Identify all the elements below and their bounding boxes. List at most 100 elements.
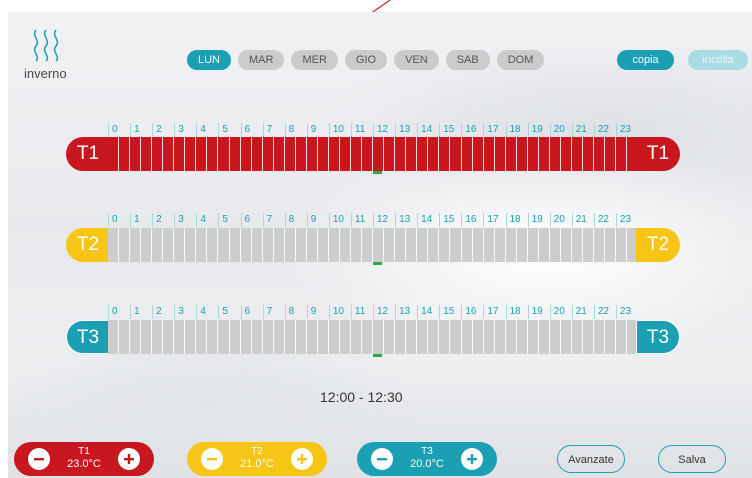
time-slot[interactable] <box>362 228 374 262</box>
time-slot[interactable] <box>560 320 572 354</box>
time-slot[interactable] <box>373 228 385 262</box>
time-slot[interactable] <box>152 137 164 171</box>
time-slot[interactable] <box>373 137 385 171</box>
time-slot[interactable] <box>185 137 197 171</box>
time-slot[interactable] <box>185 228 197 262</box>
time-slot[interactable] <box>108 137 120 171</box>
time-slot[interactable] <box>328 228 340 262</box>
day-button-dom[interactable]: DOM <box>496 50 545 70</box>
time-slot[interactable] <box>141 137 153 171</box>
time-slot[interactable] <box>439 228 451 262</box>
time-slot[interactable] <box>351 320 363 354</box>
time-slot[interactable] <box>494 320 506 354</box>
time-slot[interactable] <box>527 137 539 171</box>
time-slot[interactable] <box>516 137 528 171</box>
time-slot[interactable] <box>472 228 484 262</box>
time-slot[interactable] <box>616 228 628 262</box>
time-slot[interactable] <box>395 320 407 354</box>
time-slot[interactable] <box>428 320 440 354</box>
time-slot[interactable] <box>251 320 263 354</box>
time-slot[interactable] <box>108 228 120 262</box>
time-slot[interactable] <box>240 228 252 262</box>
time-slot[interactable] <box>163 228 175 262</box>
time-slot[interactable] <box>384 320 396 354</box>
time-slot[interactable] <box>538 228 550 262</box>
time-slot[interactable] <box>362 137 374 171</box>
copy-button[interactable]: copia <box>617 50 674 70</box>
time-slot[interactable] <box>218 228 230 262</box>
day-button-gio[interactable]: GIO <box>344 50 388 70</box>
time-slot[interactable] <box>505 320 517 354</box>
time-slot[interactable] <box>141 228 153 262</box>
time-slot[interactable] <box>207 137 219 171</box>
day-button-mar[interactable]: MAR <box>238 50 285 70</box>
time-slot[interactable] <box>594 320 606 354</box>
time-slot[interactable] <box>130 137 142 171</box>
time-slot[interactable] <box>417 137 429 171</box>
time-slot[interactable] <box>339 228 352 262</box>
time-slot[interactable] <box>152 228 164 262</box>
time-slot[interactable] <box>273 228 285 262</box>
time-slot[interactable] <box>516 320 528 354</box>
time-slot[interactable] <box>152 320 164 354</box>
time-slot[interactable] <box>251 137 263 171</box>
time-slot[interactable] <box>218 137 230 171</box>
time-slot[interactable] <box>196 228 208 262</box>
time-slot[interactable] <box>450 137 462 171</box>
time-slot[interactable] <box>549 228 561 262</box>
time-slot[interactable] <box>163 137 175 171</box>
time-slot[interactable] <box>571 137 584 171</box>
time-slot[interactable] <box>174 320 186 354</box>
time-slot[interactable] <box>240 137 252 171</box>
time-slot[interactable] <box>207 228 219 262</box>
time-slot[interactable] <box>229 137 241 171</box>
day-button-lun[interactable]: LUN <box>187 50 232 70</box>
time-slot[interactable] <box>538 320 550 354</box>
time-slot[interactable] <box>571 320 584 354</box>
time-slot[interactable] <box>461 228 473 262</box>
time-slot[interactable] <box>328 137 340 171</box>
time-slot[interactable] <box>273 320 285 354</box>
time-slot[interactable] <box>130 320 142 354</box>
time-slot[interactable] <box>549 320 561 354</box>
time-slot[interactable] <box>483 137 495 171</box>
time-slot[interactable] <box>295 137 307 171</box>
time-slot[interactable] <box>262 320 274 354</box>
time-slot[interactable] <box>185 320 197 354</box>
time-slot[interactable] <box>494 228 506 262</box>
day-button-sab[interactable]: SAB <box>445 50 490 70</box>
time-slot[interactable] <box>306 228 318 262</box>
time-slot[interactable] <box>284 228 296 262</box>
save-button[interactable]: Salva <box>658 445 726 473</box>
time-slot[interactable] <box>527 228 539 262</box>
time-slot[interactable] <box>494 137 506 171</box>
time-slot[interactable] <box>273 137 285 171</box>
advanced-button[interactable]: Avanzate <box>557 445 625 473</box>
time-slot[interactable] <box>229 228 241 262</box>
time-slot[interactable] <box>295 228 307 262</box>
time-slot[interactable] <box>428 137 440 171</box>
time-slot[interactable] <box>439 137 451 171</box>
time-slot[interactable] <box>108 320 120 354</box>
time-slot[interactable] <box>428 228 440 262</box>
time-slot[interactable] <box>516 228 528 262</box>
time-slot[interactable] <box>461 137 473 171</box>
time-slot[interactable] <box>549 137 561 171</box>
time-slot[interactable] <box>284 137 296 171</box>
time-slot[interactable] <box>538 137 550 171</box>
paste-button[interactable]: incolla <box>688 50 748 70</box>
time-slot[interactable] <box>616 320 628 354</box>
time-slot[interactable] <box>395 228 407 262</box>
t1-increase-button[interactable] <box>118 448 140 470</box>
time-slot[interactable] <box>328 320 340 354</box>
day-button-mer[interactable]: MER <box>291 50 338 70</box>
time-slot[interactable] <box>583 228 595 262</box>
time-slot[interactable] <box>472 320 484 354</box>
time-slot[interactable] <box>119 320 131 354</box>
time-slot[interactable] <box>406 137 418 171</box>
time-slot[interactable] <box>240 320 252 354</box>
time-slot[interactable] <box>141 320 153 354</box>
time-slot[interactable] <box>317 137 329 171</box>
time-slot[interactable] <box>450 320 462 354</box>
t2-increase-button[interactable] <box>291 448 313 470</box>
